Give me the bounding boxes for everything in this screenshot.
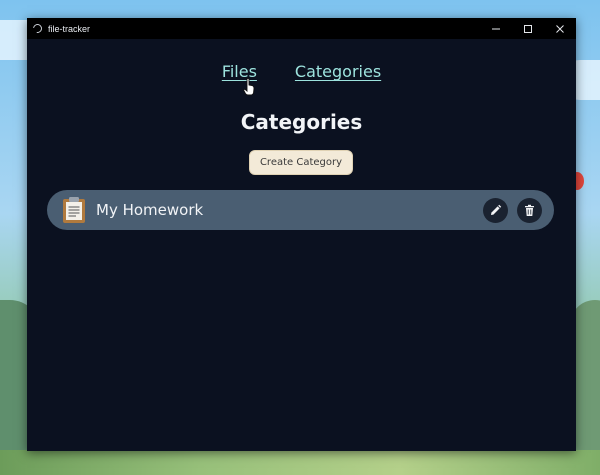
hand-pointer-cursor-icon [243, 78, 255, 96]
minimize-button[interactable] [480, 18, 512, 39]
category-name: My Homework [96, 201, 204, 219]
close-button[interactable] [544, 18, 576, 39]
maximize-icon [524, 24, 532, 33]
window-title: file-tracker [48, 23, 91, 34]
main-nav: Files Categories [27, 62, 576, 86]
close-icon [556, 24, 564, 33]
maximize-button[interactable] [512, 18, 544, 39]
delete-category-button[interactable] [517, 198, 542, 223]
app-window: file-tracker Files Categories Categories… [27, 18, 576, 451]
window-controls [480, 18, 576, 39]
title-bar[interactable]: file-tracker [27, 18, 576, 39]
category-row[interactable]: My Homework [47, 190, 554, 230]
category-actions [483, 198, 542, 223]
create-category-button[interactable]: Create Category [249, 150, 353, 175]
trash-icon [525, 204, 534, 216]
desktop-ground [0, 450, 600, 475]
pencil-icon [491, 204, 502, 215]
edit-category-button[interactable] [483, 198, 508, 223]
nav-link-categories[interactable]: Categories [295, 62, 381, 86]
minimize-icon [492, 28, 500, 29]
app-logo-icon [31, 22, 44, 35]
clipboard-icon [63, 197, 85, 223]
page-title: Categories [240, 110, 363, 134]
